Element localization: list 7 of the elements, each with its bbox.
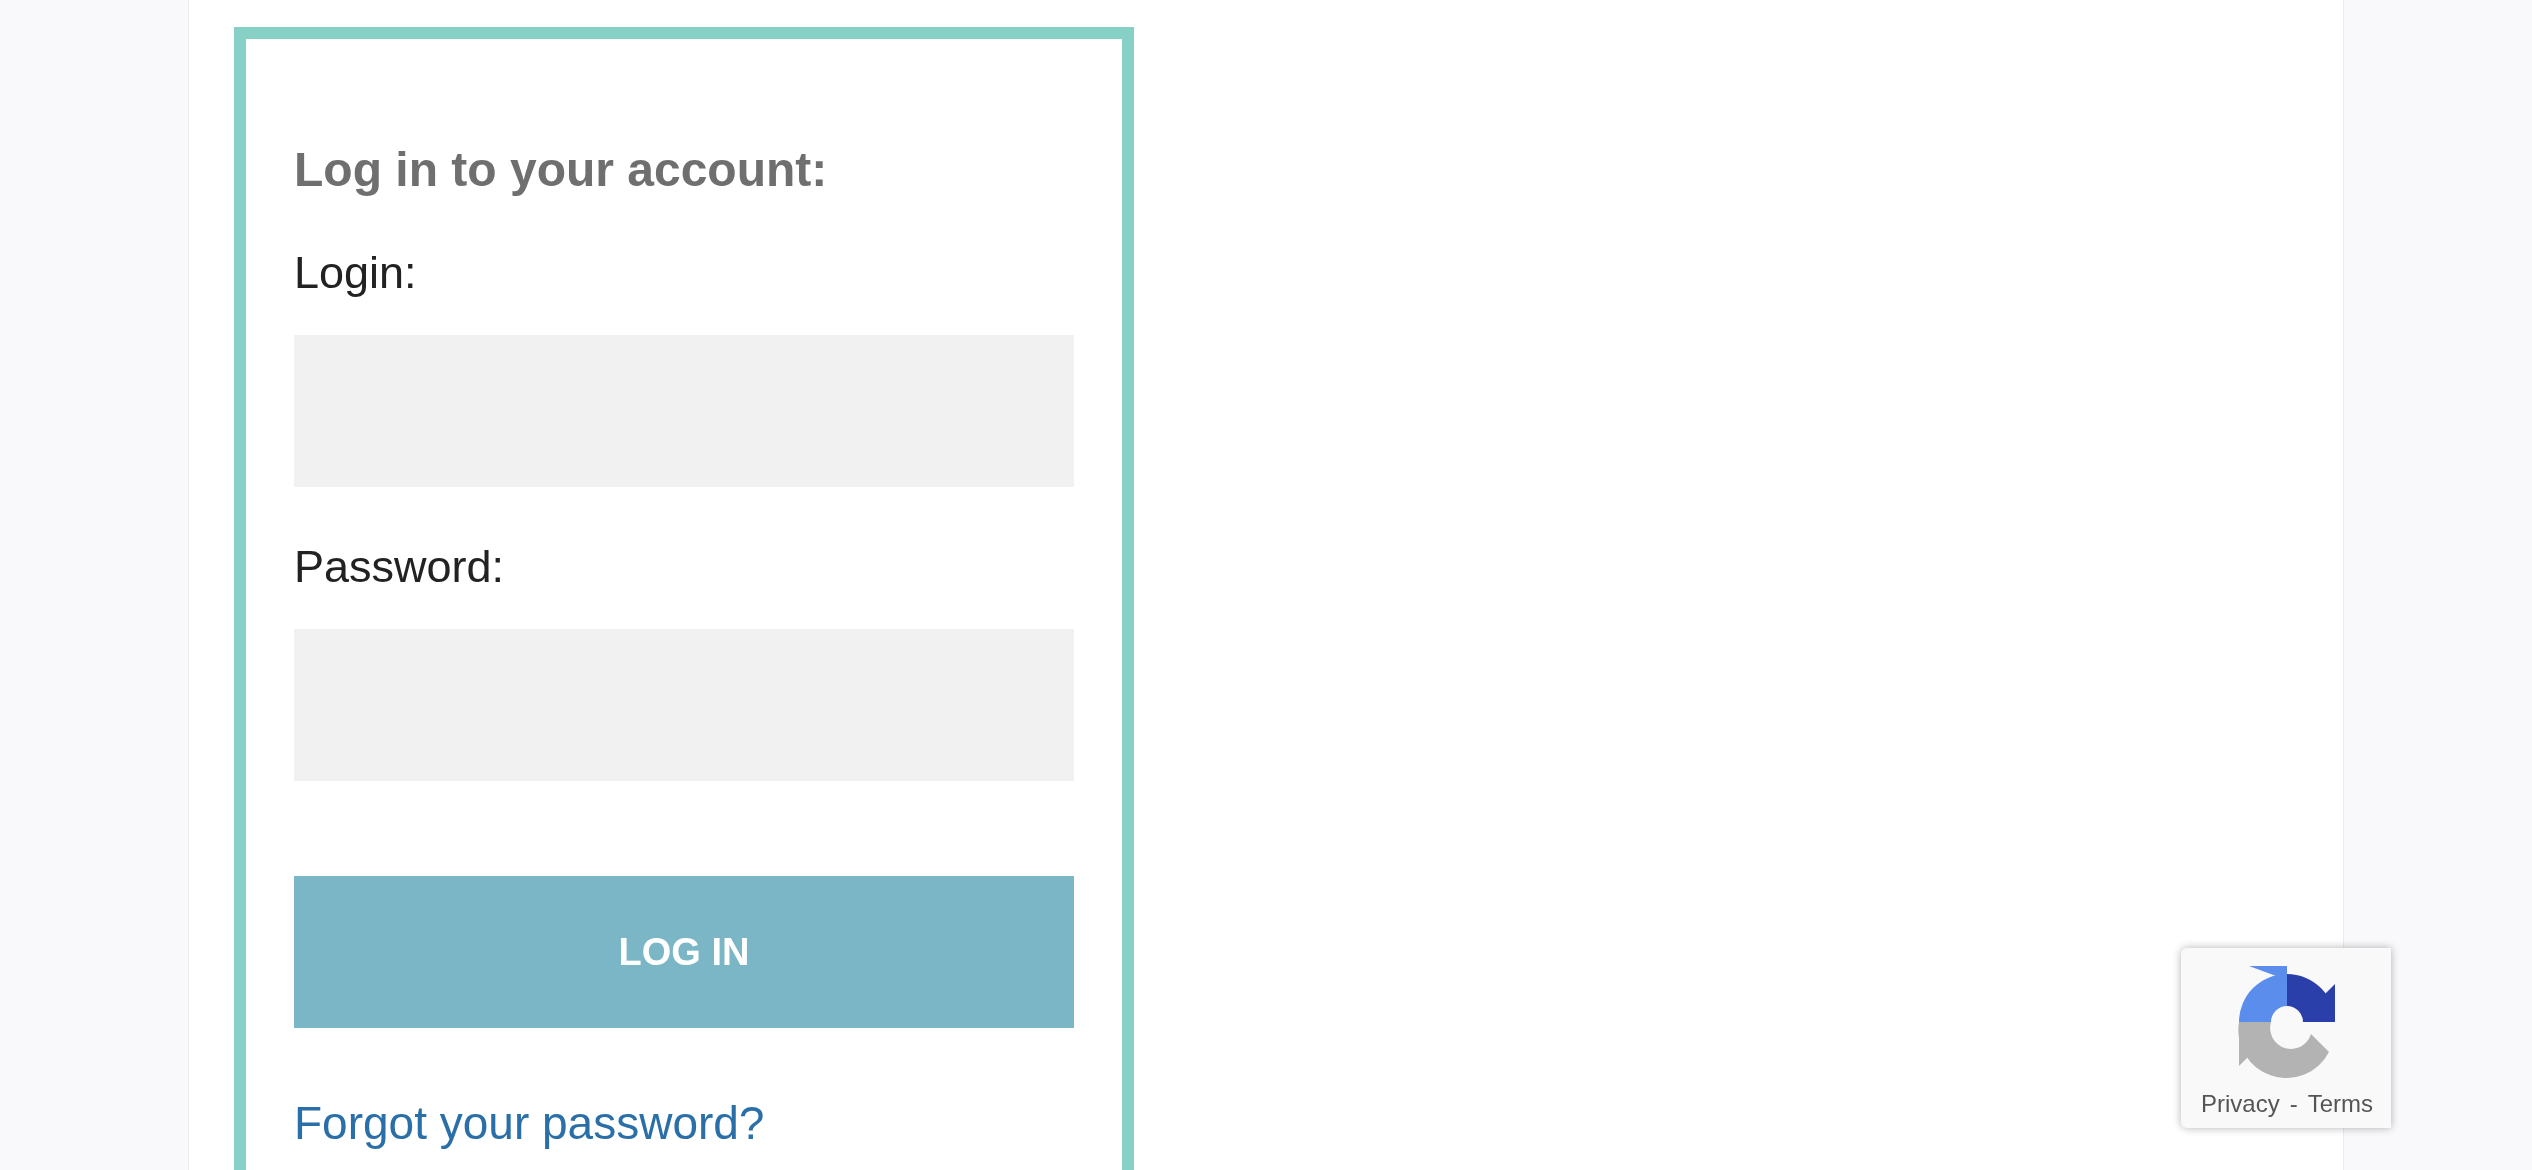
terms-link[interactable]: Terms xyxy=(2307,1086,2374,1122)
privacy-link[interactable]: Privacy xyxy=(2201,1086,2280,1122)
separator-text: - xyxy=(2289,1089,2298,1119)
form-title: Log in to your account: xyxy=(294,142,829,198)
forgot-password-link[interactable]: Forgot your password? xyxy=(294,1095,765,1151)
field-label: Password: xyxy=(294,540,506,594)
field-label: Login: xyxy=(294,246,418,300)
